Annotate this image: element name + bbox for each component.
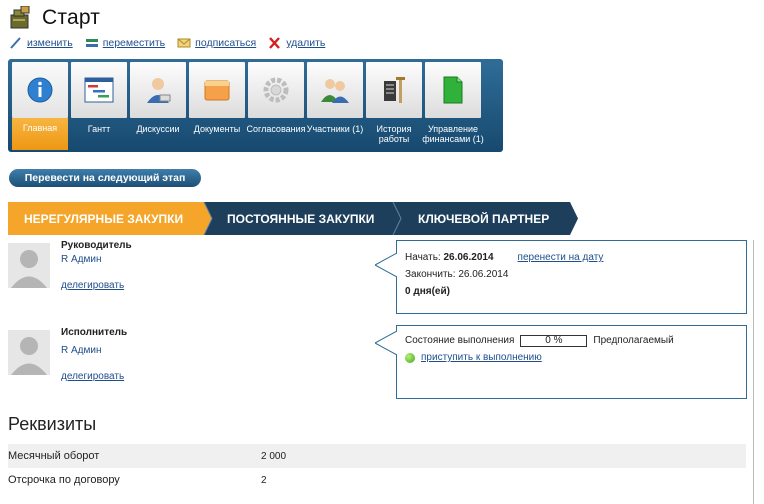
- start-execution-link[interactable]: приступить к выполнению: [421, 352, 542, 363]
- requisites-title: Реквизиты: [8, 414, 97, 434]
- tab-icon-box: [307, 62, 363, 118]
- manager-role-label: Руководитель: [61, 240, 132, 251]
- user-silhouette-icon: [8, 243, 50, 288]
- tab-history[interactable]: История работы: [366, 62, 422, 150]
- module-tabbar: Главная Гантт Дискуссии Документы Соглас…: [8, 59, 503, 152]
- scrollbar[interactable]: [753, 240, 754, 504]
- history-icon: [384, 77, 405, 103]
- expected-label: Предполагаемый: [593, 335, 674, 346]
- tab-label: Согласования: [246, 124, 306, 134]
- gear-icon: [263, 77, 289, 103]
- tab-gantt[interactable]: Гантт: [71, 62, 127, 150]
- tab-icon-box: [71, 62, 127, 118]
- duration: 0 дня(ей): [405, 286, 450, 297]
- status-green-dot-icon: [405, 352, 415, 363]
- progress-box: Состояние выполнения 0 % Предполагаемый …: [375, 325, 747, 399]
- start-label: Начать:: [405, 252, 441, 263]
- avatar: [8, 330, 50, 375]
- requisite-value: 2: [261, 474, 267, 486]
- move-arrows-icon: [85, 37, 99, 49]
- avatar: [8, 243, 50, 288]
- box-pointer: [375, 331, 397, 355]
- edit-action[interactable]: изменить: [9, 37, 73, 49]
- move-action[interactable]: переместить: [85, 37, 165, 49]
- requisite-key: Месячный оборот: [8, 450, 100, 462]
- page-title: Старт: [42, 6, 101, 29]
- finance-document-icon: [443, 76, 463, 104]
- executor-delegate-link[interactable]: делегировать: [61, 371, 124, 382]
- stage-key-partner[interactable]: Ключевой партнер: [418, 212, 549, 226]
- action-links: изменить переместить подписаться удалить: [9, 37, 337, 49]
- reschedule-link[interactable]: перенести на дату: [518, 252, 604, 263]
- tab-icon-box: [12, 62, 68, 118]
- tab-icon-box: [425, 62, 481, 118]
- tab-approvals[interactable]: Согласования: [246, 62, 306, 150]
- tab-label: Главная: [12, 118, 68, 150]
- next-stage-button[interactable]: Перевести на следующий этап: [9, 169, 201, 187]
- executor-role-label: Исполнитель: [61, 327, 128, 338]
- manager-delegate-link[interactable]: делегировать: [61, 280, 124, 291]
- progress-percent-field[interactable]: 0 %: [520, 334, 588, 347]
- requisite-key: Отсрочка по договору: [8, 474, 120, 486]
- tab-label: Документы: [193, 124, 241, 134]
- tab-label: Гантт: [87, 124, 111, 134]
- tab-main[interactable]: Главная: [12, 62, 68, 150]
- stage-regular-purchases[interactable]: Постоянные закупки: [227, 212, 374, 226]
- participants-icon: [321, 79, 349, 103]
- schedule-box: Начать: 26.06.2014 перенести на дату Зак…: [375, 240, 747, 314]
- tab-icon-box: [248, 62, 304, 118]
- tab-documents[interactable]: Документы: [189, 62, 245, 150]
- envelope-icon: [177, 37, 191, 49]
- tab-icon-box: [130, 62, 186, 118]
- requisite-value: 2 000: [261, 450, 287, 462]
- executor-name-link[interactable]: R Админ: [61, 345, 102, 356]
- executor-block: Исполнитель R Админ делегировать: [8, 325, 373, 395]
- tab-icon-box: [366, 62, 422, 118]
- tab-label: Дискуссии: [136, 124, 180, 134]
- manager-name-link[interactable]: R Админ: [61, 254, 102, 265]
- table-row: Отсрочка по договору 2: [8, 468, 746, 492]
- tab-label: Участники (1): [306, 124, 364, 134]
- stage-irregular-purchases[interactable]: Нерегулярные закупки: [24, 212, 183, 226]
- table-row: Месячный оборот 2 000: [8, 444, 746, 468]
- box-pointer: [375, 253, 397, 277]
- page-header: Старт: [8, 5, 100, 31]
- progress-label: Состояние выполнения: [405, 335, 515, 346]
- project-toolbox-icon: [8, 5, 34, 30]
- tab-icon-box: [189, 62, 245, 118]
- end-label: Закончить:: [405, 269, 456, 280]
- tab-finance[interactable]: Управление финансами (1): [422, 62, 484, 150]
- subscribe-action[interactable]: подписаться: [177, 37, 256, 49]
- stage-progress: Нерегулярные закупки Постоянные закупки …: [8, 202, 578, 235]
- tab-label: История работы: [376, 124, 412, 144]
- tab-participants[interactable]: Участники (1): [307, 62, 363, 150]
- end-date: 26.06.2014: [458, 269, 509, 280]
- tab-discussions[interactable]: Дискуссии: [130, 62, 186, 150]
- subscribe-link[interactable]: подписаться: [195, 37, 256, 49]
- move-link[interactable]: переместить: [103, 37, 165, 49]
- folder-icon: [204, 80, 230, 101]
- info-icon: [27, 77, 53, 103]
- discussion-user-icon: [147, 78, 171, 103]
- delete-x-icon: [268, 37, 282, 49]
- gantt-chart-icon: [84, 77, 114, 103]
- edit-link[interactable]: изменить: [27, 37, 73, 49]
- delete-link[interactable]: удалить: [286, 37, 325, 49]
- tab-label: Управление финансами (1): [422, 124, 484, 144]
- start-date: 26.06.2014: [443, 252, 494, 263]
- pencil-icon: [9, 37, 23, 49]
- user-silhouette-icon: [8, 330, 50, 375]
- delete-action[interactable]: удалить: [268, 37, 325, 49]
- manager-block: Руководитель R Админ делегировать: [8, 238, 373, 308]
